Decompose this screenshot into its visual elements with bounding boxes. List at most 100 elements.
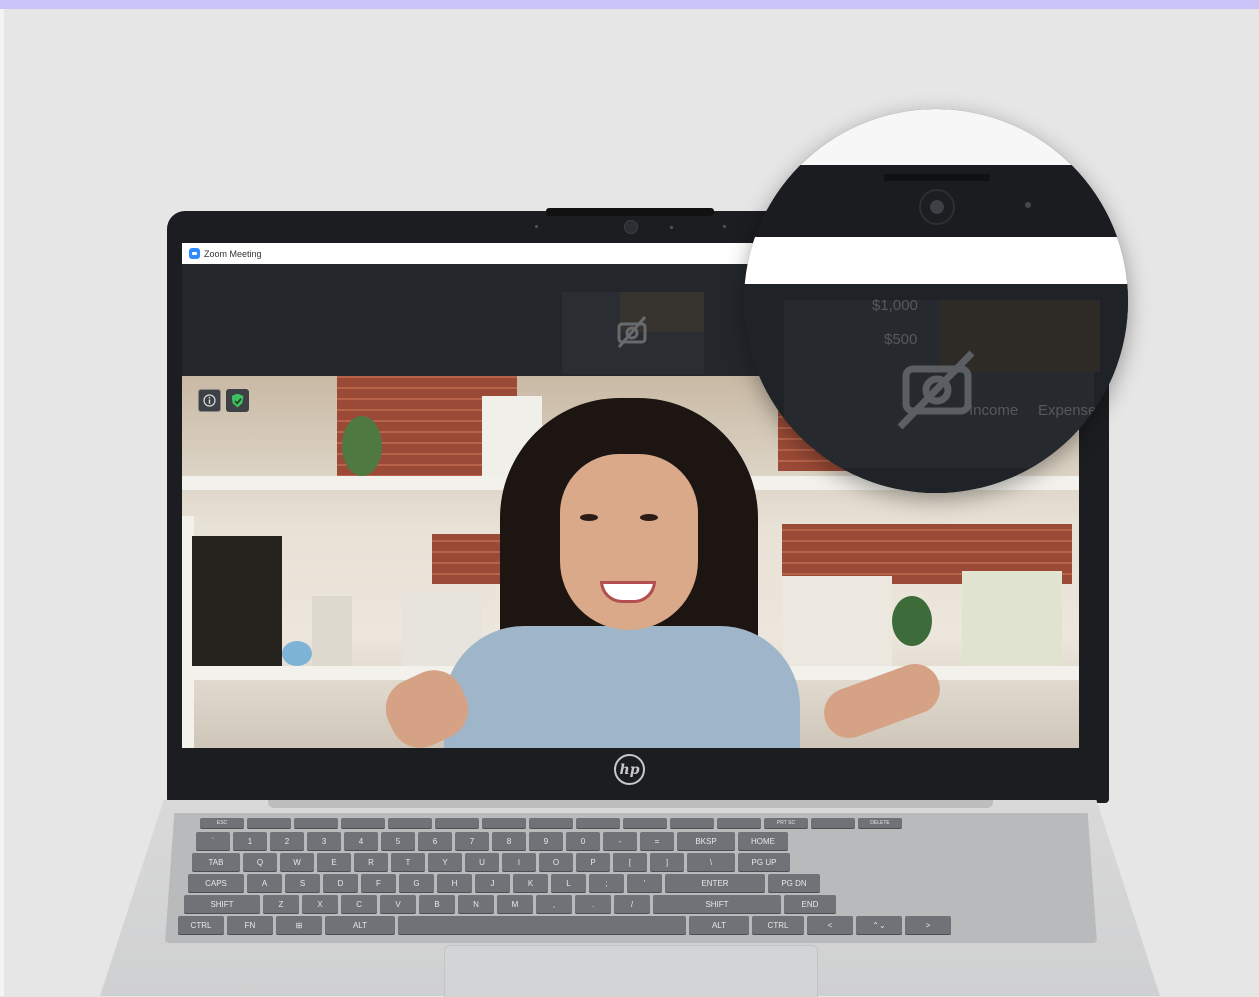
key[interactable]: / <box>614 895 650 913</box>
key[interactable]: CAPS <box>188 874 244 892</box>
key[interactable]: F <box>361 874 396 892</box>
key[interactable]: DELETE <box>858 818 902 828</box>
key[interactable]: 8 <box>492 832 526 850</box>
touchpad[interactable] <box>444 945 818 997</box>
key[interactable]: K <box>513 874 548 892</box>
key[interactable]: ALT <box>325 916 395 934</box>
key[interactable]: PG DN <box>768 874 820 892</box>
key[interactable]: Y <box>428 853 462 871</box>
participant-tile-camera-off[interactable] <box>562 292 704 374</box>
key[interactable]: END <box>784 895 836 913</box>
key[interactable]: ' <box>627 874 662 892</box>
key[interactable]: T <box>391 853 425 871</box>
key[interactable]: , <box>536 895 572 913</box>
key[interactable]: N <box>458 895 494 913</box>
laptop-hinge <box>268 800 993 808</box>
key[interactable]: ; <box>589 874 624 892</box>
key[interactable]: < <box>807 916 853 934</box>
key[interactable]: R <box>354 853 388 871</box>
info-icon[interactable] <box>198 389 221 412</box>
potted-plant <box>342 416 382 476</box>
key[interactable]: A <box>247 874 282 892</box>
key[interactable]: V <box>380 895 416 913</box>
key[interactable]: M <box>497 895 533 913</box>
key[interactable]: U <box>465 853 499 871</box>
key[interactable]: - <box>603 832 637 850</box>
key[interactable]: 6 <box>418 832 452 850</box>
key[interactable]: P <box>576 853 610 871</box>
key[interactable]: ⊞ <box>276 916 322 934</box>
key[interactable]: G <box>399 874 434 892</box>
key[interactable] <box>435 818 479 828</box>
key[interactable] <box>247 818 291 828</box>
key[interactable]: 0 <box>566 832 600 850</box>
key[interactable]: 9 <box>529 832 563 850</box>
key[interactable]: BKSP <box>677 832 735 850</box>
key[interactable] <box>388 818 432 828</box>
key[interactable] <box>670 818 714 828</box>
keyboard-row-numbers: ` 1 2 3 4 5 6 7 8 9 0 - = BKSP HOME <box>196 832 788 850</box>
key[interactable]: S <box>285 874 320 892</box>
book-stack <box>782 576 892 666</box>
key[interactable]: D <box>323 874 358 892</box>
person-face <box>560 454 698 630</box>
key[interactable] <box>482 818 526 828</box>
key[interactable]: ⌃⌄ <box>856 916 902 934</box>
key[interactable]: L <box>551 874 586 892</box>
key[interactable]: PRT SC <box>764 818 808 828</box>
webcam-lens <box>624 220 638 234</box>
key[interactable] <box>576 818 620 828</box>
key[interactable]: ALT <box>689 916 749 934</box>
key[interactable]: J <box>475 874 510 892</box>
key[interactable]: 1 <box>233 832 267 850</box>
key[interactable]: \ <box>687 853 735 871</box>
key[interactable]: FN <box>227 916 273 934</box>
key[interactable]: Z <box>263 895 299 913</box>
key[interactable]: CTRL <box>752 916 804 934</box>
indicator-dot <box>1025 202 1031 208</box>
key[interactable]: ` <box>196 832 230 850</box>
key[interactable]: CTRL <box>178 916 224 934</box>
key[interactable]: SHIFT <box>184 895 260 913</box>
key[interactable]: . <box>575 895 611 913</box>
person-shirt <box>444 626 800 748</box>
key[interactable]: PG UP <box>738 853 790 871</box>
key[interactable] <box>717 818 761 828</box>
key[interactable] <box>294 818 338 828</box>
key[interactable]: 2 <box>270 832 304 850</box>
key[interactable] <box>529 818 573 828</box>
key[interactable]: [ <box>613 853 647 871</box>
key[interactable] <box>811 818 855 828</box>
key[interactable]: O <box>539 853 573 871</box>
keyboard-row-shift: SHIFT Z X C V B N M , . / SHIFT END <box>184 895 836 913</box>
key[interactable]: 7 <box>455 832 489 850</box>
key[interactable]: 4 <box>344 832 378 850</box>
key[interactable]: = <box>640 832 674 850</box>
key[interactable]: C <box>341 895 377 913</box>
keyboard-row-qwerty: TAB Q W E R T Y U I O P [ ] \ PG UP <box>192 853 790 871</box>
key[interactable] <box>341 818 385 828</box>
key[interactable]: 3 <box>307 832 341 850</box>
security-shield-icon[interactable] <box>226 389 249 412</box>
key[interactable]: ] <box>650 853 684 871</box>
key[interactable]: TAB <box>192 853 240 871</box>
spacebar[interactable] <box>398 916 686 934</box>
key[interactable]: I <box>502 853 536 871</box>
key[interactable]: E <box>317 853 351 871</box>
key[interactable]: HOME <box>738 832 788 850</box>
keyboard-row-home: CAPS A S D F G H J K L ; ' ENTER PG DN <box>188 874 820 892</box>
callout-titlebar <box>744 237 1128 284</box>
key[interactable]: Q <box>243 853 277 871</box>
key[interactable]: SHIFT <box>653 895 781 913</box>
key[interactable] <box>623 818 667 828</box>
key[interactable]: X <box>302 895 338 913</box>
key[interactable]: > <box>905 916 951 934</box>
key[interactable]: ESC <box>200 818 244 828</box>
webcam-lens-zoomed <box>919 189 955 225</box>
key[interactable]: W <box>280 853 314 871</box>
key[interactable]: H <box>437 874 472 892</box>
left-edge <box>0 9 4 996</box>
key[interactable]: B <box>419 895 455 913</box>
key[interactable]: ENTER <box>665 874 765 892</box>
key[interactable]: 5 <box>381 832 415 850</box>
